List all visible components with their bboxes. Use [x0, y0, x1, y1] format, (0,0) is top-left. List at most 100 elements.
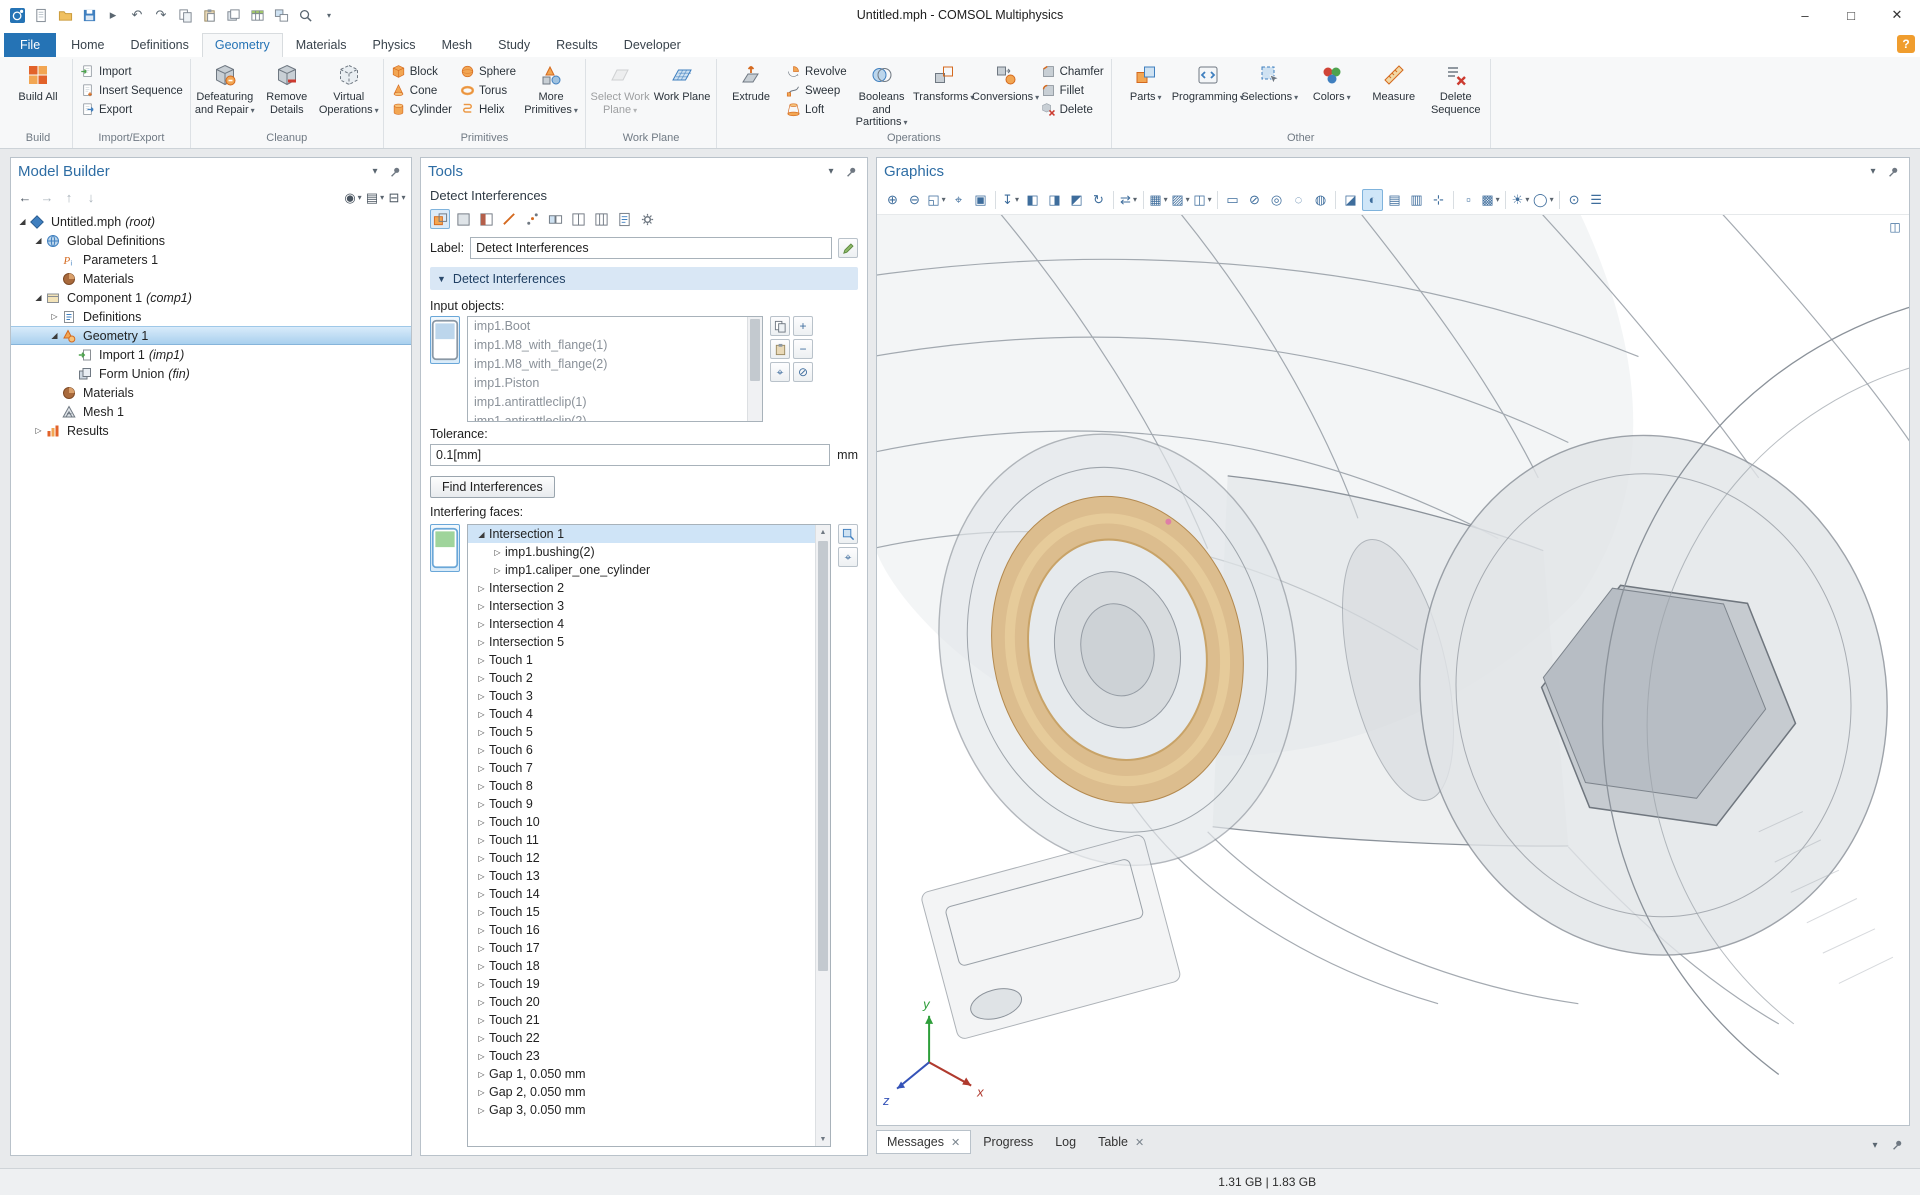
detect-objects-icon[interactable] [430, 209, 450, 229]
remove-from-selection-icon[interactable]: − [793, 339, 813, 359]
tab-home[interactable]: Home [58, 33, 117, 57]
collapse-arrow-icon[interactable]: ◢ [31, 293, 46, 302]
zoom-to-faces-icon[interactable] [838, 524, 858, 544]
view-along-x-icon[interactable]: ◧ [1022, 189, 1043, 211]
zoom-out-icon[interactable]: ⊖ [904, 189, 925, 211]
expand-arrow-icon[interactable]: ▷ [474, 854, 489, 863]
back-icon[interactable]: ← [15, 188, 35, 208]
detect-edges-icon[interactable] [499, 209, 519, 229]
expand-arrow-icon[interactable]: ▷ [474, 602, 489, 611]
export-button[interactable]: Export [77, 102, 186, 117]
minimize-button[interactable]: – [1782, 0, 1828, 30]
tab-results[interactable]: Results [543, 33, 611, 57]
tolerance-input[interactable] [430, 444, 830, 466]
tab-study[interactable]: Study [485, 33, 543, 57]
faces-scrollbar[interactable]: ▲ ▼ [815, 525, 830, 1146]
tab-developer[interactable]: Developer [611, 33, 694, 57]
panel-menu-icon[interactable]: ▾ [822, 163, 840, 181]
import-button[interactable]: Import [77, 64, 186, 79]
panel-menu-icon[interactable]: ▾ [1864, 163, 1882, 181]
select-mode-icon[interactable]: ▭ [1222, 189, 1243, 211]
expand-arrow-icon[interactable]: ▷ [47, 312, 62, 321]
update-plot-icon[interactable]: ⇄▾ [1118, 189, 1139, 211]
graphics-window-icon[interactable]: ◫ [1886, 219, 1904, 235]
input-object-item[interactable]: imp1.Piston [468, 374, 762, 393]
input-object-item[interactable]: imp1.antirattleclip(1) [468, 393, 762, 412]
scroll-up-icon[interactable]: ▲ [816, 525, 830, 539]
view-along-y-icon[interactable]: ◨ [1044, 189, 1065, 211]
pair-selection-icon[interactable] [545, 209, 565, 229]
expand-arrow-icon[interactable]: ▷ [474, 1106, 489, 1115]
report-icon[interactable] [614, 209, 634, 229]
face-item-intersection-4[interactable]: ▷Intersection 4 [468, 615, 815, 633]
face-item-imp1-caliper-one-cylinder[interactable]: ▷imp1.caliper_one_cylinder [468, 561, 815, 579]
face-item-intersection-1[interactable]: ◢Intersection 1 [468, 525, 815, 543]
view-along-z-icon[interactable]: ◩ [1066, 189, 1087, 211]
expand-arrow-icon[interactable]: ▷ [474, 800, 489, 809]
snapshot-icon[interactable]: ⊙ [1564, 189, 1585, 211]
face-item-intersection-5[interactable]: ▷Intersection 5 [468, 633, 815, 651]
expand-arrow-icon[interactable]: ▷ [474, 836, 489, 845]
show-grid-icon[interactable]: ▥ [1406, 189, 1427, 211]
face-item-touch-19[interactable]: ▷Touch 19 [468, 975, 815, 993]
active-toggle-button[interactable] [430, 316, 460, 364]
expand-arrow-icon[interactable]: ▷ [474, 1070, 489, 1079]
loft-button[interactable]: Loft [783, 102, 850, 117]
faces-active-toggle-button[interactable] [430, 524, 460, 572]
run-icon[interactable]: ▸ [102, 4, 124, 26]
delete-button[interactable]: Delete [1038, 102, 1107, 117]
rotate-view-icon[interactable]: ↻ [1088, 189, 1109, 211]
tree-node-materials[interactable]: Materials [11, 269, 411, 288]
add-to-selection-icon[interactable]: + [793, 316, 813, 336]
sweep-button[interactable]: Sweep [783, 83, 850, 98]
hide-selected-icon[interactable]: ◌ [1288, 189, 1309, 211]
collapse-options-icon[interactable]: ⊟▾ [387, 188, 407, 208]
pin-icon[interactable] [1888, 1136, 1906, 1154]
select-color-icon[interactable]: ▩▾ [1480, 189, 1501, 211]
tree-node-results[interactable]: ▷Results [11, 421, 411, 440]
parts-button[interactable]: Parts▾ [1116, 59, 1176, 132]
insert-sequence-button[interactable]: Insert Sequence [77, 83, 186, 98]
cone-button[interactable]: Cone [388, 83, 455, 98]
face-item-touch-4[interactable]: ▷Touch 4 [468, 705, 815, 723]
environment-icon[interactable]: ◯▾ [1532, 189, 1555, 211]
tree-node-component-1[interactable]: ◢Component 1(comp1) [11, 288, 411, 307]
transparency-icon[interactable]: ◐ [1362, 189, 1383, 211]
remove-details-button[interactable]: Remove Details [257, 59, 317, 132]
face-item-touch-5[interactable]: ▷Touch 5 [468, 723, 815, 741]
expand-arrow-icon[interactable]: ▷ [474, 908, 489, 917]
tree-text-options-icon[interactable]: ▤▾ [365, 188, 385, 208]
expand-arrow-icon[interactable]: ▷ [474, 674, 489, 683]
show-options-icon[interactable]: ◉▾ [343, 188, 363, 208]
face-item-touch-9[interactable]: ▷Touch 9 [468, 795, 815, 813]
interfering-faces-list[interactable]: ◢Intersection 1▷imp1.bushing(2)▷imp1.cal… [467, 524, 831, 1147]
face-item-touch-6[interactable]: ▷Touch 6 [468, 741, 815, 759]
tree-node-global-definitions[interactable]: ◢Global Definitions [11, 231, 411, 250]
zoom-box-icon[interactable]: ◱▾ [926, 189, 947, 211]
input-object-item[interactable]: imp1.M8_with_flange(1) [468, 336, 762, 355]
search-icon[interactable] [294, 4, 316, 26]
expand-arrow-icon[interactable]: ▷ [474, 890, 489, 899]
expand-arrow-icon[interactable]: ▷ [474, 584, 489, 593]
face-item-touch-15[interactable]: ▷Touch 15 [468, 903, 815, 921]
tab-file[interactable]: File [4, 33, 56, 57]
face-item-touch-16[interactable]: ▷Touch 16 [468, 921, 815, 939]
bottom-tab-progress[interactable]: Progress [973, 1130, 1043, 1154]
face-item-touch-2[interactable]: ▷Touch 2 [468, 669, 815, 687]
collapse-arrow-icon[interactable]: ◢ [47, 331, 62, 340]
collapse-arrow-icon[interactable]: ◢ [15, 217, 30, 226]
expand-arrow-icon[interactable]: ▷ [490, 566, 505, 575]
expand-arrow-icon[interactable]: ▷ [474, 782, 489, 791]
helix-button[interactable]: Helix [457, 102, 519, 117]
tab-mesh[interactable]: Mesh [429, 33, 486, 57]
tree-node-definitions[interactable]: ▷Definitions [11, 307, 411, 326]
expand-arrow-icon[interactable]: ▷ [474, 944, 489, 953]
view-faces-icon[interactable]: ◪ [1340, 189, 1361, 211]
select-work-plane-button[interactable]: Select Work Plane▾ [590, 59, 650, 132]
tab-geometry[interactable]: Geometry [202, 33, 283, 57]
face-item-touch-10[interactable]: ▷Touch 10 [468, 813, 815, 831]
new-file-icon[interactable] [30, 4, 52, 26]
tree-node-geometry-1[interactable]: ◢Geometry 1 [11, 326, 411, 345]
help-icon[interactable]: ? [1897, 35, 1915, 53]
more-primitives-button[interactable]: More Primitives▾ [521, 59, 581, 132]
